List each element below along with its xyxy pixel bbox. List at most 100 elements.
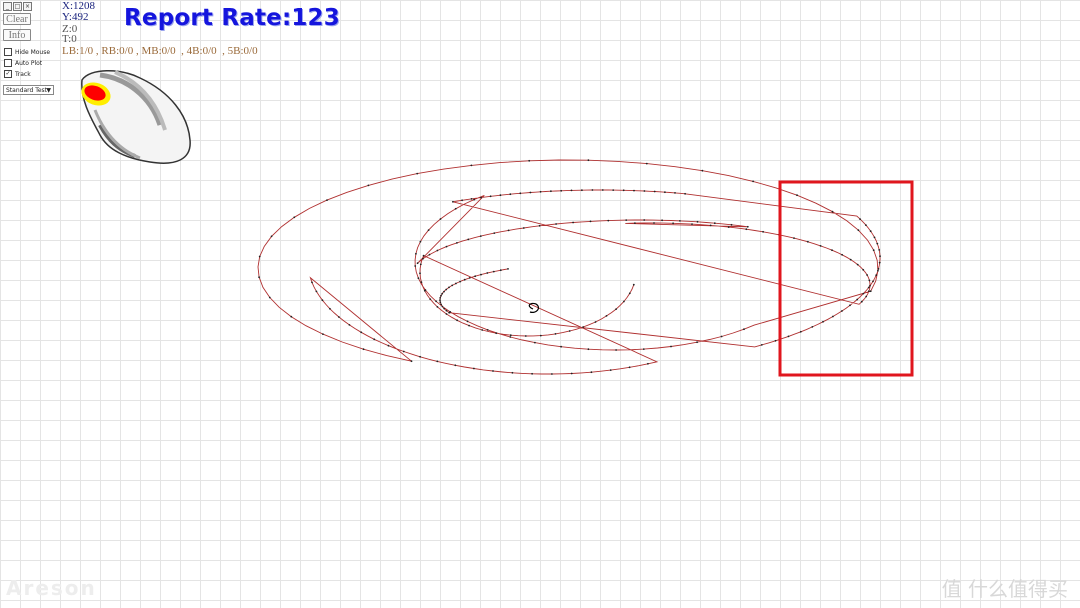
track-sample-point (456, 319, 458, 322)
track-sample-point (877, 269, 879, 272)
track-sample-point (628, 292, 631, 295)
track-sample-point (674, 192, 676, 194)
track-sample-point (445, 313, 448, 315)
track-sample-point (609, 369, 612, 371)
track-sample-point (435, 300, 437, 303)
track-sample-point (684, 192, 686, 195)
track-sample-point (642, 348, 645, 350)
track-sample-point (456, 242, 458, 244)
track-sample-point (414, 265, 417, 267)
track-sample-point (511, 371, 514, 374)
track-line (257, 159, 881, 375)
track-sample-point (787, 335, 790, 338)
track-sample-point (452, 200, 454, 203)
track-sample-point (841, 253, 843, 256)
track-sample-point (492, 370, 494, 372)
track-sample-point (315, 290, 318, 293)
track-sample-point (419, 355, 421, 358)
track-sample-point (623, 300, 625, 303)
track-sample-point (849, 258, 852, 261)
track-sample-point (422, 254, 425, 257)
track-sample-point (762, 230, 764, 233)
track-sample-point (531, 372, 533, 375)
track-sample-point (869, 284, 871, 287)
track-sample-point (872, 280, 874, 283)
track-sample-point (841, 310, 843, 312)
track-sample-point (443, 307, 446, 310)
track-sample-point (416, 262, 419, 265)
track-sample-point (875, 274, 878, 277)
track-sample-point (481, 329, 484, 331)
track-sample-point (645, 162, 648, 165)
track-sample-point (590, 371, 593, 374)
track-sample-point (720, 335, 723, 338)
track-sample-point (878, 261, 881, 264)
track-sample-point (474, 275, 477, 278)
track-sample-point (258, 255, 261, 258)
track-sample-point (568, 330, 571, 332)
track-sample-point (258, 276, 260, 279)
track-sample-point (428, 253, 431, 256)
track-sample-point (528, 159, 531, 162)
track-sample-point (550, 190, 552, 193)
track-sample-point (470, 164, 473, 167)
track-sample-point (439, 297, 442, 299)
track-sample-point (615, 308, 617, 310)
track-sample-point (479, 235, 482, 238)
track-sample-point (440, 294, 442, 297)
track-sample-point (661, 219, 663, 222)
track-sample-point (348, 324, 351, 326)
track-sample-point (607, 219, 610, 222)
track-sample-point (538, 224, 541, 227)
track-sample-point (441, 305, 444, 308)
track-sample-point (822, 320, 824, 323)
track-sample-point (448, 286, 450, 289)
track-sample-point (326, 199, 328, 202)
track-sample-point (819, 245, 822, 247)
track-sample-point (554, 333, 557, 335)
track-sample-point (440, 303, 442, 306)
track-sample-point (424, 289, 427, 291)
track-sample-point (290, 315, 293, 318)
track-sample-point (691, 223, 693, 226)
track-sample-point (746, 225, 749, 228)
track-sample-point (293, 216, 296, 219)
track-sample-point (832, 315, 834, 318)
track-sample-point (321, 299, 324, 302)
track-sample-point (417, 277, 420, 280)
track-sample-point (461, 199, 463, 202)
track-sample-point (581, 189, 583, 192)
track-sample-point (594, 321, 597, 323)
track-sample-point (696, 220, 699, 223)
track-sample-point (270, 235, 273, 238)
track-sample-point (445, 309, 448, 312)
track-sample-point (499, 269, 502, 272)
track-sample-point (570, 189, 573, 192)
track-sample-point (473, 198, 475, 201)
track-sample-point (831, 210, 834, 213)
track-sample-point (419, 240, 422, 243)
track-sample-point (329, 307, 331, 310)
track-sample-point (429, 298, 432, 300)
track-sample-point (865, 224, 867, 227)
track-sample-point (416, 172, 419, 175)
track-sample-point (420, 281, 423, 283)
track-sample-point (873, 236, 876, 239)
track-sample-point (422, 257, 424, 260)
track-sample-point (745, 228, 748, 231)
track-sample-point (410, 360, 413, 363)
track-sample-point (601, 189, 604, 191)
track-sample-point (495, 332, 498, 335)
track-sample-point (373, 338, 376, 341)
track-sample-point (509, 193, 512, 196)
track-sample-point (362, 348, 365, 351)
track-plot[interactable] (0, 0, 1080, 608)
track-sample-point (572, 221, 574, 224)
track-sample-point (470, 198, 473, 200)
track-sample-point (443, 290, 445, 293)
track-sample-point (670, 345, 672, 348)
track-sample-point (869, 290, 872, 293)
track-sample-point (509, 336, 512, 338)
track-sample-point (868, 279, 871, 282)
track-sample-point (862, 292, 865, 295)
